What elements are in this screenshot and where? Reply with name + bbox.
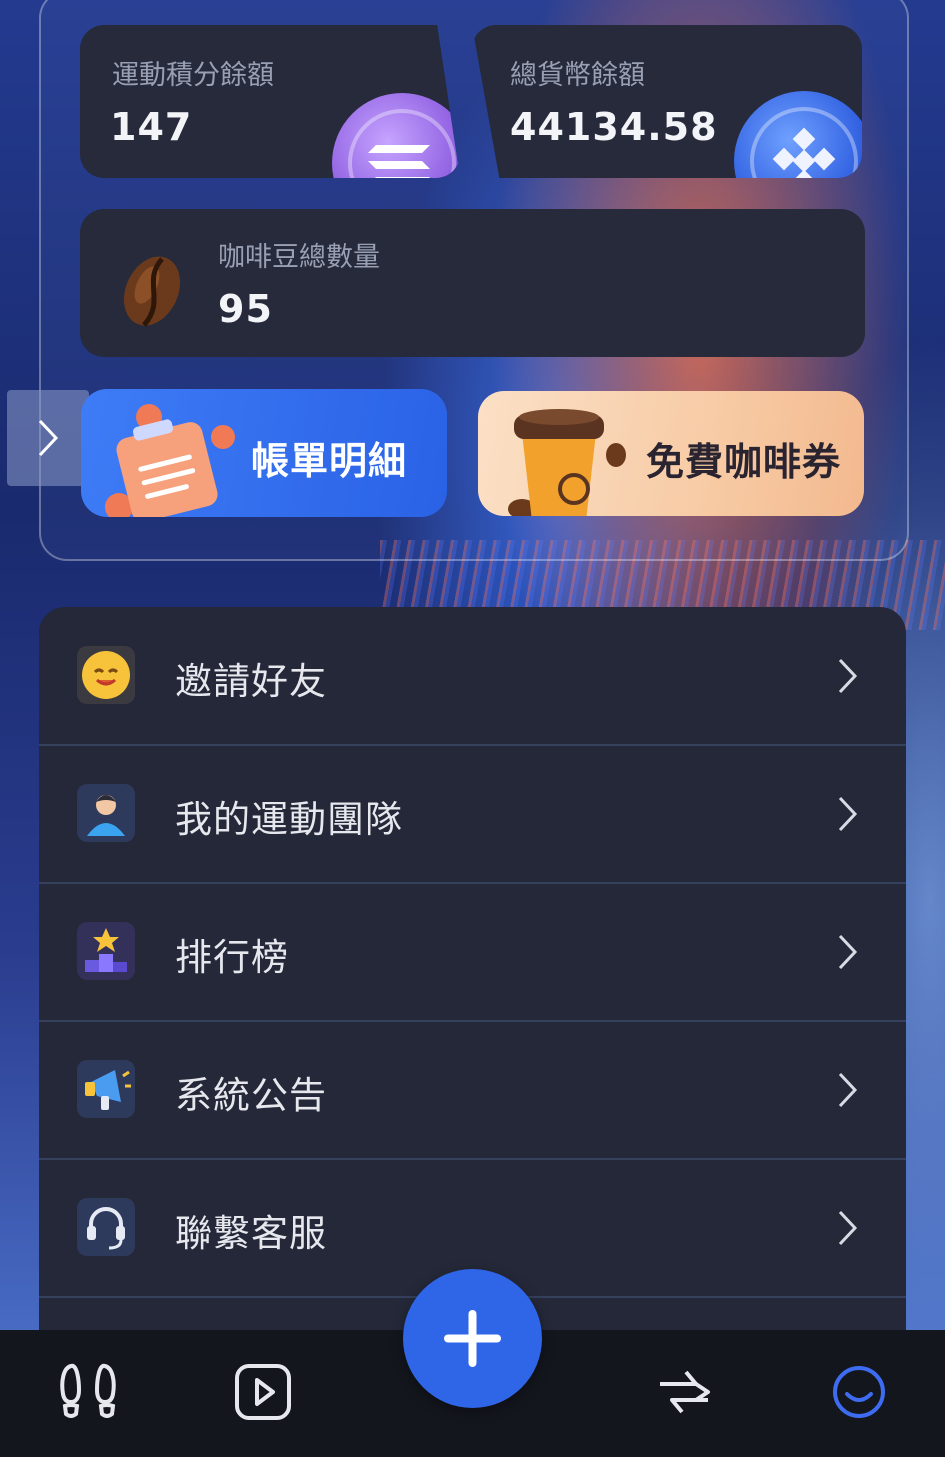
headset-icon	[77, 1198, 135, 1256]
total-currency-card[interactable]: 總貨幣餘額 44134.58	[472, 25, 862, 178]
smile-emoji-icon	[77, 646, 135, 704]
menu-item-label: 排行榜	[175, 936, 289, 979]
sport-points-label: 運動積分餘額	[112, 60, 274, 91]
coffee-beans-card[interactable]: 咖啡豆總數量 95	[80, 209, 865, 357]
add-icon	[444, 1310, 501, 1367]
menu-item-system-announcement[interactable]: 系統公告	[39, 1021, 906, 1160]
coffee-bean-icon	[123, 256, 181, 327]
chevron-right-icon	[838, 796, 858, 832]
coffee-beans-label: 咖啡豆總數量	[218, 242, 380, 273]
play-icon[interactable]	[233, 1362, 293, 1422]
free-coffee-voucher-label: 免費咖啡券	[646, 440, 842, 484]
menu-item-leaderboard[interactable]: 排行榜	[39, 883, 906, 1022]
profile-smile-icon[interactable]	[831, 1364, 887, 1420]
bill-details-button[interactable]: 帳單明細	[81, 389, 447, 517]
user-icon	[77, 784, 135, 842]
coffee-cup-icon	[508, 409, 626, 516]
add-button[interactable]	[403, 1269, 542, 1408]
total-currency-label: 總貨幣餘額	[510, 60, 645, 91]
side-expand-tab[interactable]	[7, 390, 89, 486]
menu-item-label: 我的運動團隊	[175, 798, 403, 841]
menu-item-label: 聯繫客服	[175, 1212, 327, 1255]
total-currency-value: 44134.58	[510, 105, 718, 149]
free-coffee-voucher-button[interactable]: 免費咖啡券	[478, 391, 864, 516]
menu-item-invite-friends[interactable]: 邀請好友	[39, 607, 906, 746]
chevron-right-icon	[838, 934, 858, 970]
bnb-coin-icon	[734, 91, 862, 178]
chevron-right-icon	[838, 1210, 858, 1246]
menu-item-label: 系統公告	[175, 1074, 327, 1117]
swap-icon[interactable]	[652, 1362, 716, 1422]
chevron-right-icon	[838, 658, 858, 694]
menu-list: 邀請好友 我的運動團隊 排行榜 系統公告 聯繫客服	[39, 607, 906, 1367]
bill-details-label: 帳單明細	[251, 439, 408, 483]
solana-coin-icon	[332, 93, 460, 178]
megaphone-icon	[77, 1060, 135, 1118]
chevron-right-icon	[38, 419, 59, 457]
sport-points-value: 147	[110, 105, 193, 149]
podium-star-icon	[77, 922, 135, 980]
footsteps-icon[interactable]	[57, 1360, 121, 1424]
menu-item-label: 邀請好友	[175, 660, 327, 703]
menu-item-my-sport-team[interactable]: 我的運動團隊	[39, 745, 906, 884]
sport-points-card[interactable]: 運動積分餘額 147	[80, 25, 460, 178]
coffee-beans-value: 95	[218, 287, 273, 331]
bill-clipboard-icon	[105, 404, 235, 517]
chevron-right-icon	[838, 1072, 858, 1108]
